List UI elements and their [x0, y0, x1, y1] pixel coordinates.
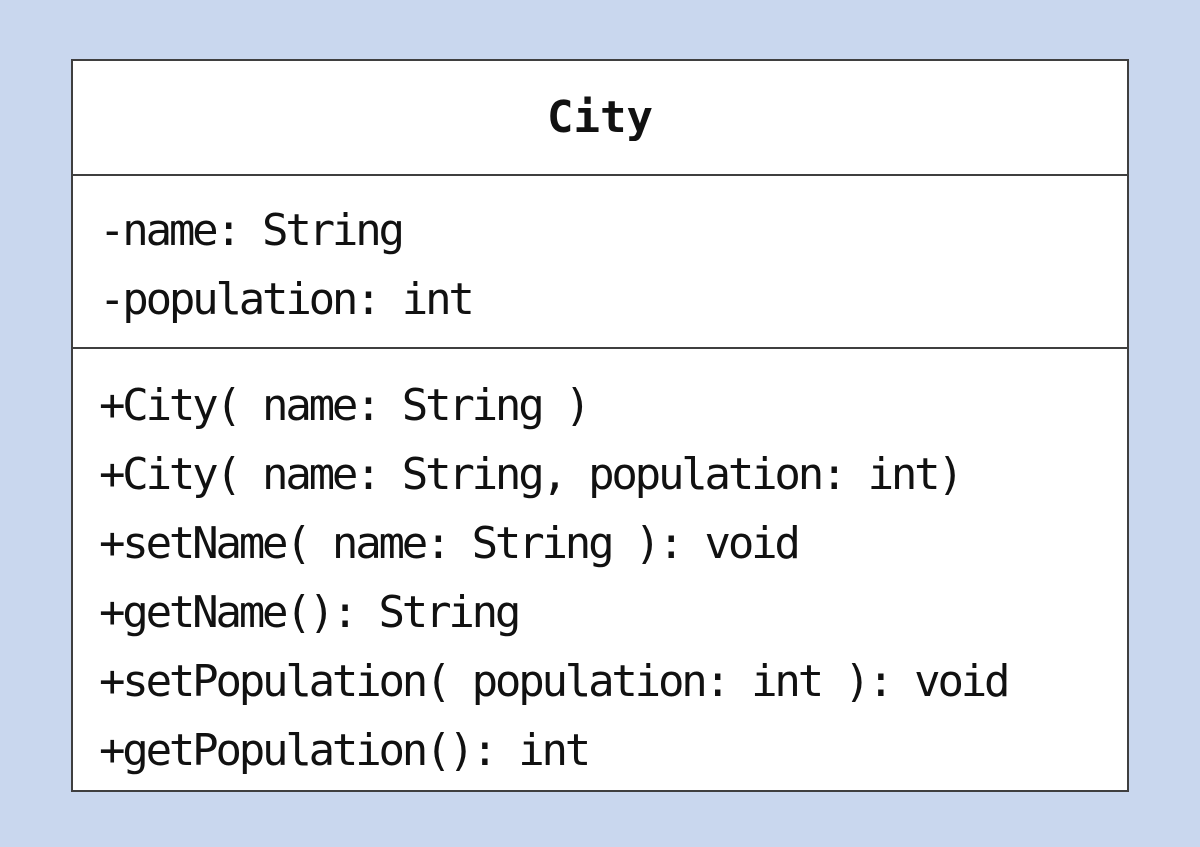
attribute-name: -name: String	[99, 205, 405, 256]
operation-get-name: +getName(): String	[99, 587, 521, 638]
class-name-compartment: City	[73, 61, 1127, 176]
operation-constructor-name: +City( name: String )	[99, 380, 591, 431]
operation-get-population: +getPopulation(): int	[99, 725, 591, 776]
attribute-population: -population: int	[99, 274, 475, 325]
operation-constructor-name-population: +City( name: String, population: int)	[99, 449, 964, 500]
class-name: City	[547, 92, 653, 143]
operation-set-name: +setName( name: String ): void	[99, 518, 801, 569]
uml-class-box: City -name: String -population: int +Cit…	[71, 59, 1129, 792]
operations-compartment: +City( name: String ) +City( name: Strin…	[73, 349, 1127, 785]
attributes-compartment: -name: String -population: int	[73, 176, 1127, 349]
operation-set-population: +setPopulation( population: int ): void	[99, 656, 1011, 707]
